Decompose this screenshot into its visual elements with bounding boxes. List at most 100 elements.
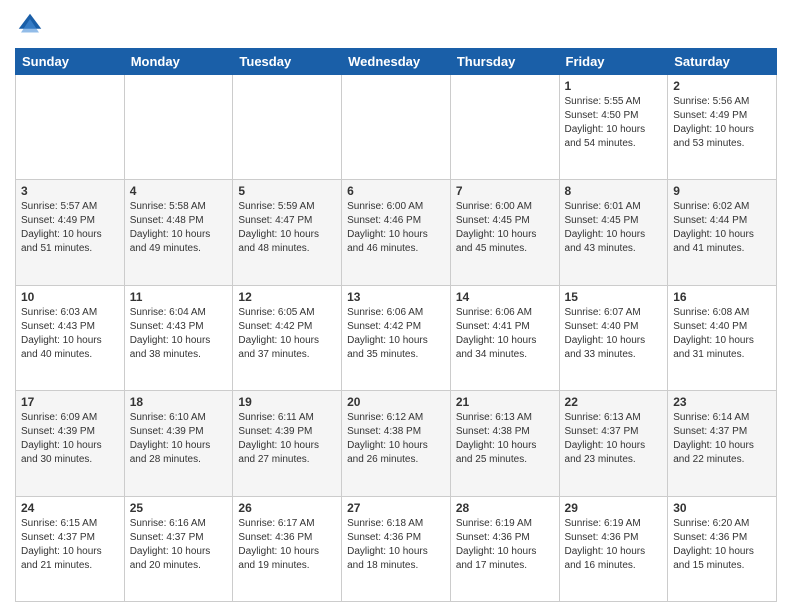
- weekday-header: Friday: [559, 49, 668, 75]
- weekday-header: Thursday: [450, 49, 559, 75]
- calendar-cell: 8 Sunrise: 6:01 AM Sunset: 4:45 PM Daylig…: [559, 180, 668, 285]
- calendar-cell: 24 Sunrise: 6:15 AM Sunset: 4:37 PM Dayli…: [16, 496, 125, 601]
- day-info: Sunrise: 6:19 AM Sunset: 4:36 PM Dayligh…: [456, 517, 554, 573]
- day-number: 26: [238, 501, 336, 515]
- day-number: 23: [673, 395, 771, 409]
- day-info: Sunrise: 6:02 AM Sunset: 4:44 PM Dayligh…: [673, 200, 771, 256]
- day-info: Sunrise: 6:01 AM Sunset: 4:45 PM Dayligh…: [565, 200, 663, 256]
- day-info: Sunrise: 5:56 AM Sunset: 4:49 PM Dayligh…: [673, 95, 771, 151]
- calendar-cell: 29Sunrise: 6:19 AM Sunset: 4:36 PM Dayli…: [559, 496, 668, 601]
- calendar-cell: 9 Sunrise: 6:02 AM Sunset: 4:44 PM Daylig…: [668, 180, 777, 285]
- weekday-header: Tuesday: [233, 49, 342, 75]
- calendar-cell: [124, 75, 233, 180]
- day-number: 30: [673, 501, 771, 515]
- day-info: Sunrise: 6:20 AM Sunset: 4:36 PM Dayligh…: [673, 517, 771, 573]
- calendar-cell: 6Sunrise: 6:00 AM Sunset: 4:46 PM Daylig…: [342, 180, 451, 285]
- day-number: 29: [565, 501, 663, 515]
- day-number: 13: [347, 290, 445, 304]
- calendar-cell: 13 Sunrise: 6:06 AM Sunset: 4:42 PM Dayli…: [342, 285, 451, 390]
- day-info: Sunrise: 6:00 AM Sunset: 4:45 PM Dayligh…: [456, 200, 554, 256]
- day-number: 28: [456, 501, 554, 515]
- day-number: 18: [130, 395, 228, 409]
- calendar-cell: 1 Sunrise: 5:55 AM Sunset: 4:50 PM Daylig…: [559, 75, 668, 180]
- day-info: Sunrise: 6:00 AM Sunset: 4:46 PM Dayligh…: [347, 200, 445, 256]
- day-number: 8: [565, 184, 663, 198]
- day-number: 4: [130, 184, 228, 198]
- day-number: 12: [238, 290, 336, 304]
- calendar-cell: 30 Sunrise: 6:20 AM Sunset: 4:36 PM Dayli…: [668, 496, 777, 601]
- calendar-week-row: 17 Sunrise: 6:09 AM Sunset: 4:39 PM Dayli…: [16, 391, 777, 496]
- day-info: Sunrise: 6:18 AM Sunset: 4:36 PM Dayligh…: [347, 517, 445, 573]
- page: SundayMondayTuesdayWednesdayThursdayFrid…: [0, 0, 792, 612]
- calendar-cell: 26 Sunrise: 6:17 AM Sunset: 4:36 PM Dayli…: [233, 496, 342, 601]
- calendar-cell: [450, 75, 559, 180]
- day-number: 11: [130, 290, 228, 304]
- day-info: Sunrise: 6:05 AM Sunset: 4:42 PM Dayligh…: [238, 306, 336, 362]
- day-number: 14: [456, 290, 554, 304]
- day-info: Sunrise: 6:09 AM Sunset: 4:39 PM Dayligh…: [21, 411, 119, 467]
- day-number: 10: [21, 290, 119, 304]
- calendar-cell: 10 Sunrise: 6:03 AM Sunset: 4:43 PM Dayli…: [16, 285, 125, 390]
- day-info: Sunrise: 6:16 AM Sunset: 4:37 PM Dayligh…: [130, 517, 228, 573]
- calendar-cell: 23 Sunrise: 6:14 AM Sunset: 4:37 PM Dayli…: [668, 391, 777, 496]
- calendar-cell: 14 Sunrise: 6:06 AM Sunset: 4:41 PM Dayli…: [450, 285, 559, 390]
- day-info: Sunrise: 6:14 AM Sunset: 4:37 PM Dayligh…: [673, 411, 771, 467]
- day-number: 17: [21, 395, 119, 409]
- weekday-header: Sunday: [16, 49, 125, 75]
- calendar-cell: 18 Sunrise: 6:10 AM Sunset: 4:39 PM Dayli…: [124, 391, 233, 496]
- calendar-table: SundayMondayTuesdayWednesdayThursdayFrid…: [15, 48, 777, 602]
- calendar-cell: 2 Sunrise: 5:56 AM Sunset: 4:49 PM Daylig…: [668, 75, 777, 180]
- header: [15, 10, 777, 40]
- day-info: Sunrise: 6:13 AM Sunset: 4:38 PM Dayligh…: [456, 411, 554, 467]
- day-info: Sunrise: 6:08 AM Sunset: 4:40 PM Dayligh…: [673, 306, 771, 362]
- day-info: Sunrise: 5:57 AM Sunset: 4:49 PM Dayligh…: [21, 200, 119, 256]
- day-info: Sunrise: 6:06 AM Sunset: 4:42 PM Dayligh…: [347, 306, 445, 362]
- day-info: Sunrise: 5:58 AM Sunset: 4:48 PM Dayligh…: [130, 200, 228, 256]
- calendar-cell: 7 Sunrise: 6:00 AM Sunset: 4:45 PM Daylig…: [450, 180, 559, 285]
- calendar-cell: 19 Sunrise: 6:11 AM Sunset: 4:39 PM Dayli…: [233, 391, 342, 496]
- calendar-cell: 25Sunrise: 6:16 AM Sunset: 4:37 PM Dayli…: [124, 496, 233, 601]
- day-info: Sunrise: 6:17 AM Sunset: 4:36 PM Dayligh…: [238, 517, 336, 573]
- day-number: 3: [21, 184, 119, 198]
- calendar-cell: 12 Sunrise: 6:05 AM Sunset: 4:42 PM Dayli…: [233, 285, 342, 390]
- day-number: 16: [673, 290, 771, 304]
- calendar-week-row: 1 Sunrise: 5:55 AM Sunset: 4:50 PM Daylig…: [16, 75, 777, 180]
- day-info: Sunrise: 6:10 AM Sunset: 4:39 PM Dayligh…: [130, 411, 228, 467]
- day-number: 5: [238, 184, 336, 198]
- day-info: Sunrise: 6:11 AM Sunset: 4:39 PM Dayligh…: [238, 411, 336, 467]
- day-number: 7: [456, 184, 554, 198]
- calendar-cell: [233, 75, 342, 180]
- calendar-cell: [342, 75, 451, 180]
- calendar-cell: 3 Sunrise: 5:57 AM Sunset: 4:49 PM Daylig…: [16, 180, 125, 285]
- day-info: Sunrise: 5:55 AM Sunset: 4:50 PM Dayligh…: [565, 95, 663, 151]
- calendar-cell: 11Sunrise: 6:04 AM Sunset: 4:43 PM Dayli…: [124, 285, 233, 390]
- day-number: 24: [21, 501, 119, 515]
- day-info: Sunrise: 6:12 AM Sunset: 4:38 PM Dayligh…: [347, 411, 445, 467]
- calendar-cell: 21 Sunrise: 6:13 AM Sunset: 4:38 PM Dayli…: [450, 391, 559, 496]
- day-info: Sunrise: 6:15 AM Sunset: 4:37 PM Dayligh…: [21, 517, 119, 573]
- weekday-header: Monday: [124, 49, 233, 75]
- calendar-cell: 22Sunrise: 6:13 AM Sunset: 4:37 PM Dayli…: [559, 391, 668, 496]
- weekday-header: Saturday: [668, 49, 777, 75]
- calendar-cell: 27Sunrise: 6:18 AM Sunset: 4:36 PM Dayli…: [342, 496, 451, 601]
- logo: [15, 10, 49, 40]
- calendar-cell: 20 Sunrise: 6:12 AM Sunset: 4:38 PM Dayli…: [342, 391, 451, 496]
- day-number: 21: [456, 395, 554, 409]
- calendar-cell: 15 Sunrise: 6:07 AM Sunset: 4:40 PM Dayli…: [559, 285, 668, 390]
- calendar-cell: [16, 75, 125, 180]
- day-info: Sunrise: 6:06 AM Sunset: 4:41 PM Dayligh…: [456, 306, 554, 362]
- day-number: 2: [673, 79, 771, 93]
- calendar-week-row: 24 Sunrise: 6:15 AM Sunset: 4:37 PM Dayli…: [16, 496, 777, 601]
- day-number: 15: [565, 290, 663, 304]
- calendar-cell: 28 Sunrise: 6:19 AM Sunset: 4:36 PM Dayli…: [450, 496, 559, 601]
- calendar-cell: 16 Sunrise: 6:08 AM Sunset: 4:40 PM Dayli…: [668, 285, 777, 390]
- day-info: Sunrise: 6:03 AM Sunset: 4:43 PM Dayligh…: [21, 306, 119, 362]
- day-number: 20: [347, 395, 445, 409]
- calendar-cell: 5Sunrise: 5:59 AM Sunset: 4:47 PM Daylig…: [233, 180, 342, 285]
- day-number: 1: [565, 79, 663, 93]
- day-info: Sunrise: 6:13 AM Sunset: 4:37 PM Dayligh…: [565, 411, 663, 467]
- day-number: 9: [673, 184, 771, 198]
- day-info: Sunrise: 6:07 AM Sunset: 4:40 PM Dayligh…: [565, 306, 663, 362]
- day-number: 19: [238, 395, 336, 409]
- calendar-week-row: 10 Sunrise: 6:03 AM Sunset: 4:43 PM Dayli…: [16, 285, 777, 390]
